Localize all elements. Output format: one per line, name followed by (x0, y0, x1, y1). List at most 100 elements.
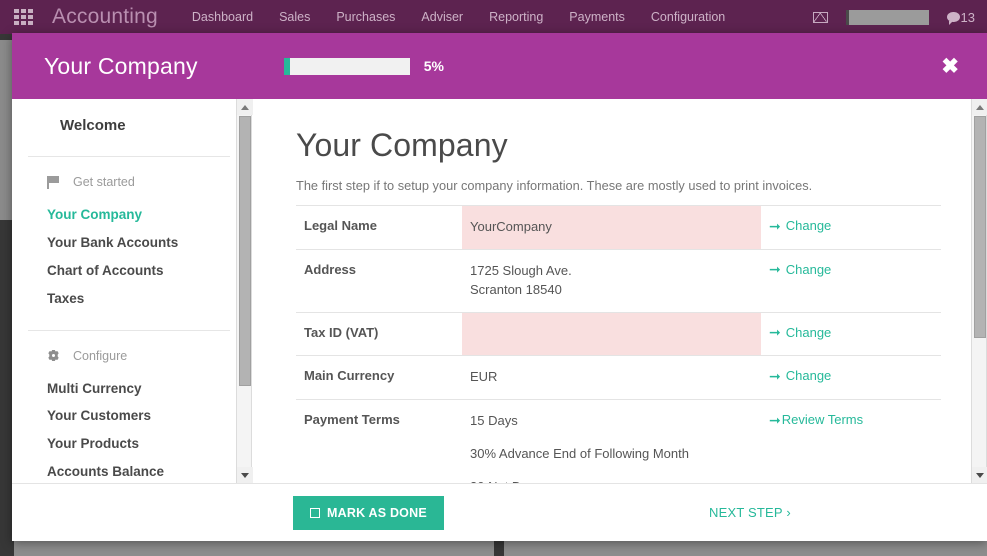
change-link-label: Change (785, 368, 832, 384)
sidebar-welcome: Welcome (28, 99, 230, 157)
row-label: Address (304, 261, 357, 277)
row-action: ➞ Change (761, 206, 941, 250)
row-action: ➞ Change (761, 356, 941, 400)
row-value-line: YourCompany (470, 219, 552, 234)
review-terms-label: Review Terms (781, 412, 864, 428)
change-link-label: Change (785, 261, 832, 277)
gear-icon (47, 349, 60, 362)
arrow-right-icon: ➞ (769, 367, 781, 384)
review-terms-link[interactable]: ➞ Review Terms (769, 412, 863, 427)
content-scrollbar[interactable] (971, 99, 987, 483)
row-value-line: EUR (470, 369, 498, 385)
apps-grid-icon[interactable] (14, 9, 36, 25)
scrollbar-thumb[interactable] (239, 116, 251, 386)
sidebar-group-header: Get started (46, 175, 220, 189)
chat-counter[interactable]: 13 (946, 10, 975, 25)
page-title: Your Company (296, 127, 508, 163)
app-navbar: Accounting Dashboard Sales Purchases Adv… (0, 0, 987, 34)
page-subtitle: The first step if to setup your company … (296, 178, 813, 193)
modal-content: Your Company The first step if to setup … (252, 99, 971, 483)
progress-fill (283, 57, 290, 75)
envelope-icon[interactable] (812, 11, 828, 23)
scroll-down-icon[interactable] (972, 467, 987, 483)
table-row: Legal Name YourCompany ➞ Change (296, 205, 941, 250)
sidebar-item-your-customers[interactable]: Your Customers (46, 403, 220, 431)
progress-label: 5% (423, 58, 444, 74)
table-row: Main Currency EUR ➞ Change (296, 355, 941, 400)
row-value: EUR (462, 356, 761, 400)
navbar-right: 13 (812, 9, 987, 25)
modal-sidebar: Welcome Get started Your Company Your Ba… (12, 99, 236, 483)
scroll-up-icon[interactable] (972, 99, 987, 115)
mark-as-done-button[interactable]: MARK AS DONE (293, 495, 444, 530)
row-value-line (470, 325, 753, 344)
nav-link-sales[interactable]: Sales (279, 10, 310, 24)
nav-link-adviser[interactable]: Adviser (421, 10, 463, 24)
nav-link-dashboard[interactable]: Dashboard (192, 10, 253, 24)
nav-link-purchases[interactable]: Purchases (336, 10, 395, 24)
table-row: Address 1725 Slough Ave. Scranton 18540 … (296, 249, 941, 312)
nav-link-payments[interactable]: Payments (569, 10, 625, 24)
nav-link-reporting[interactable]: Reporting (489, 10, 543, 24)
sidebar-group-get-started: Get started Your Company Your Bank Accou… (46, 157, 220, 314)
sidebar-scrollbar[interactable] (236, 99, 253, 483)
row-label: Legal Name (304, 218, 377, 233)
change-link[interactable]: ➞ Change (769, 262, 831, 277)
change-link[interactable]: ➞ Change (769, 218, 831, 233)
app-nav-links: Dashboard Sales Purchases Adviser Report… (192, 10, 725, 24)
progress-bar: 5% (283, 57, 444, 75)
change-link-label: Change (785, 324, 832, 340)
sidebar-item-taxes[interactable]: Taxes (46, 286, 220, 314)
screen: Accounting Dashboard Sales Purchases Adv… (0, 0, 987, 556)
next-step-link[interactable]: NEXT STEP › (709, 505, 791, 520)
row-action: ➞ Review Terms (761, 400, 941, 483)
sidebar-item-chart-of-accounts[interactable]: Chart of Accounts (46, 258, 220, 286)
flag-icon (47, 175, 60, 189)
arrow-right-icon: ➞ (769, 217, 781, 234)
sidebar-item-your-company[interactable]: Your Company (46, 202, 220, 230)
nav-link-configuration[interactable]: Configuration (651, 10, 725, 24)
table-row: Tax ID (VAT) ➞ Change (296, 312, 941, 356)
onboarding-modal: Your Company 5% ✖ Welcome Get started Yo… (12, 33, 987, 541)
row-value-line: 30% Advance End of Following Month (470, 446, 689, 462)
row-value: 1725 Slough Ave. Scranton 18540 (462, 249, 761, 312)
sidebar-group-label: Configure (73, 348, 128, 363)
row-value: YourCompany (462, 205, 761, 250)
change-link-label: Change (785, 218, 832, 233)
arrow-right-icon: ➞ (769, 411, 781, 428)
row-label: Tax ID (VAT) (304, 324, 379, 340)
row-value: 15 Days 30% Advance End of Following Mon… (462, 400, 761, 483)
change-link[interactable]: ➞ Change (769, 325, 831, 340)
checkbox-icon (310, 507, 320, 518)
row-label: Payment Terms (304, 412, 400, 428)
modal-header: Your Company 5% ✖ (12, 33, 987, 99)
sidebar-item-accounts-balance[interactable]: Accounts Balance (46, 459, 220, 483)
user-name-redacted[interactable] (845, 9, 929, 25)
company-info-table: Legal Name YourCompany ➞Change Address (296, 205, 941, 483)
sidebar-group-configure: Configure Multi Currency Your Customers … (46, 331, 220, 484)
row-value-line: 1725 Slough Ave. (470, 262, 572, 278)
mark-as-done-label: MARK AS DONE (327, 505, 427, 520)
row-action: ➞ Change (761, 312, 941, 356)
sidebar-item-multi-currency[interactable]: Multi Currency (46, 376, 220, 404)
sidebar-item-your-products[interactable]: Your Products (46, 431, 220, 459)
modal-body: Welcome Get started Your Company Your Ba… (12, 99, 987, 483)
modal-footer: MARK AS DONE NEXT STEP › (12, 483, 987, 541)
table-row: Payment Terms 15 Days 30% Advance End of… (296, 399, 941, 483)
scroll-down-icon[interactable] (237, 467, 253, 483)
sidebar-item-your-bank-accounts[interactable]: Your Bank Accounts (46, 230, 220, 258)
change-link[interactable]: ➞ Change (769, 368, 831, 383)
chat-bubble-icon (946, 12, 960, 25)
row-value (462, 312, 761, 356)
sidebar-group-header: Configure (46, 349, 220, 363)
scroll-up-icon[interactable] (237, 99, 253, 115)
row-value-line: 15 Days (470, 413, 518, 429)
row-label: Main Currency (304, 368, 395, 384)
row-value-line: Scranton 18540 (470, 281, 562, 297)
close-icon[interactable]: ✖ (935, 52, 965, 81)
scrollbar-thumb[interactable] (974, 116, 986, 338)
progress-track (283, 57, 410, 75)
row-action: ➞ Change (761, 249, 941, 312)
app-brand: Accounting (52, 5, 158, 28)
modal-title: Your Company (44, 52, 198, 79)
